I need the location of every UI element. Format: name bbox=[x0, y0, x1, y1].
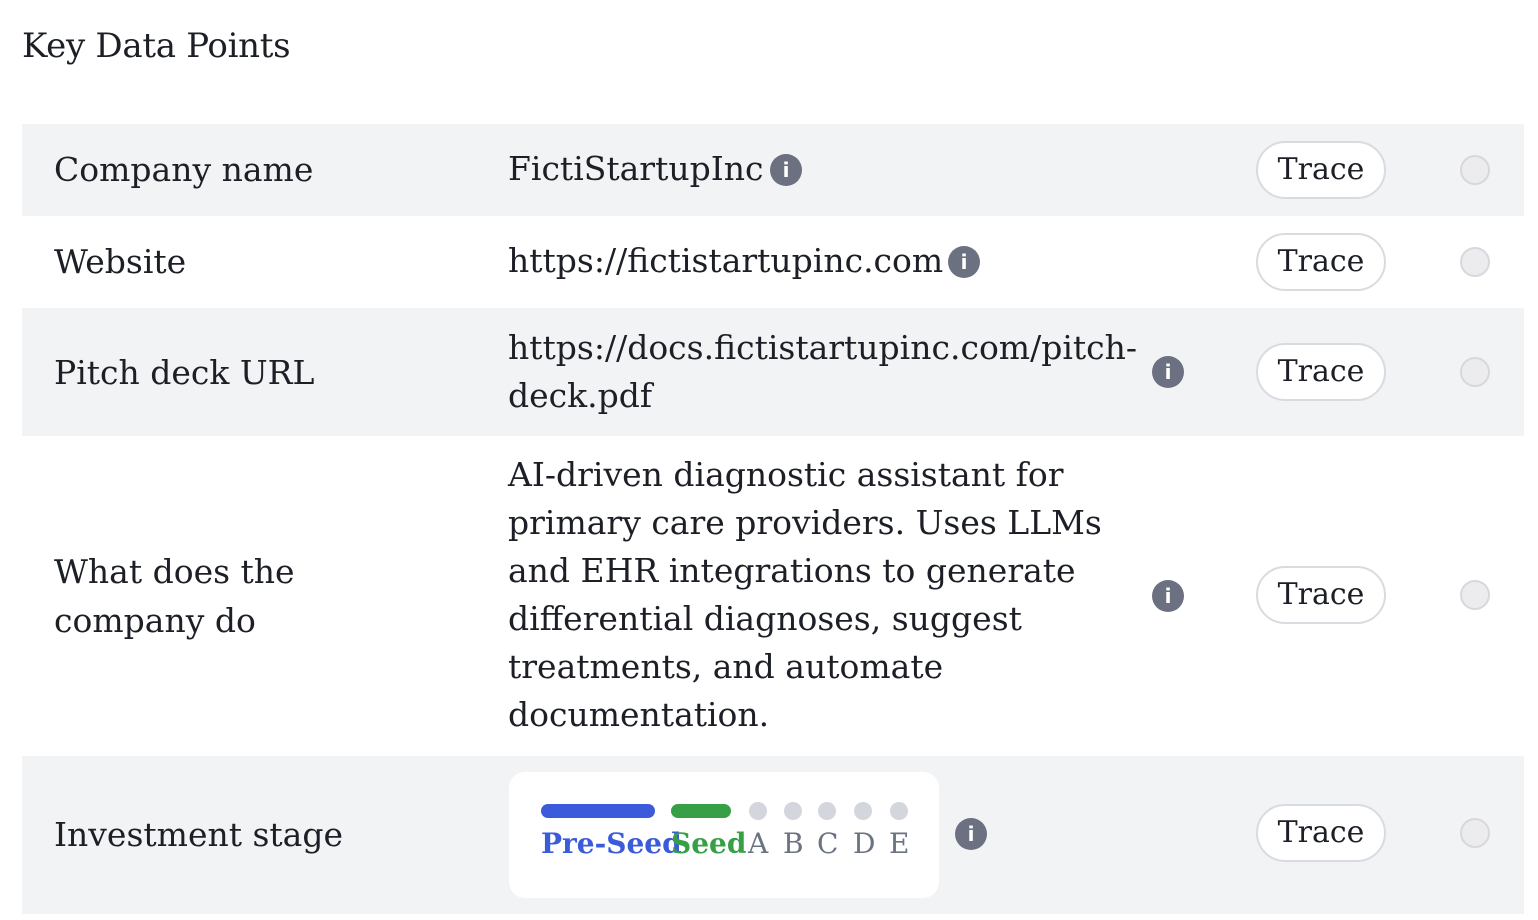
trace-button[interactable]: Trace bbox=[1256, 343, 1386, 401]
investment-stage-selector: Pre-Seed Seed A B C D E bbox=[509, 772, 939, 898]
row-radio[interactable] bbox=[1460, 155, 1490, 185]
table-row-pitch-deck-url: Pitch deck URL https://docs.fictistartup… bbox=[22, 308, 1524, 436]
stage-label: Seed bbox=[671, 827, 747, 860]
row-radio[interactable] bbox=[1460, 357, 1490, 387]
info-icon[interactable]: i bbox=[1152, 580, 1184, 612]
stage-e[interactable]: E bbox=[889, 802, 909, 860]
page-title: Key Data Points bbox=[22, 26, 291, 66]
row-label: Pitch deck URL bbox=[54, 353, 315, 392]
info-icon[interactable]: i bbox=[948, 246, 980, 278]
stage-bar bbox=[541, 804, 655, 818]
stage-dot bbox=[749, 802, 767, 820]
stage-pre-seed[interactable]: Pre-Seed bbox=[541, 804, 682, 860]
trace-button[interactable]: Trace bbox=[1256, 233, 1386, 291]
stage-b[interactable]: B bbox=[783, 802, 804, 860]
row-label: Company name bbox=[54, 150, 314, 189]
row-radio[interactable] bbox=[1460, 247, 1490, 277]
table-row-website: Website https://fictistartupinc.com i Tr… bbox=[22, 216, 1524, 308]
row-label: Website bbox=[54, 242, 187, 281]
stage-bar bbox=[671, 804, 731, 818]
info-icon[interactable]: i bbox=[1152, 356, 1184, 388]
row-value: AI-driven diagnostic assistant for prima… bbox=[508, 455, 1102, 734]
row-value: FictiStartupInc bbox=[508, 149, 764, 188]
stage-label: E bbox=[889, 827, 910, 860]
row-value: https://fictistartupinc.com bbox=[508, 241, 944, 280]
table-row-investment-stage: Investment stage Pre-Seed Seed A B C D E… bbox=[22, 756, 1524, 914]
stage-label: Pre-Seed bbox=[541, 827, 682, 860]
row-label: What does the company do bbox=[54, 552, 295, 640]
trace-button[interactable]: Trace bbox=[1256, 566, 1386, 624]
row-value: https://docs.fictistartupinc.com/pitch-d… bbox=[508, 328, 1138, 415]
stage-label: C bbox=[817, 827, 839, 860]
stage-label: A bbox=[748, 827, 769, 860]
stage-label: D bbox=[853, 827, 876, 860]
stage-a[interactable]: A bbox=[748, 802, 768, 860]
stage-label: B bbox=[783, 827, 804, 860]
stage-dot bbox=[818, 802, 836, 820]
table-row-company-name: Company name FictiStartupInc i Trace bbox=[22, 124, 1524, 216]
trace-button[interactable]: Trace bbox=[1256, 141, 1386, 199]
row-radio[interactable] bbox=[1460, 580, 1490, 610]
stage-dot bbox=[890, 802, 908, 820]
stage-seed[interactable]: Seed bbox=[671, 804, 746, 860]
row-radio[interactable] bbox=[1460, 818, 1490, 848]
stage-c[interactable]: C bbox=[817, 802, 838, 860]
table-row-company-description: What does the company do AI-driven diagn… bbox=[22, 436, 1524, 756]
stage-dot bbox=[854, 802, 872, 820]
row-label: Investment stage bbox=[54, 815, 344, 854]
stage-d[interactable]: D bbox=[853, 802, 875, 860]
trace-button[interactable]: Trace bbox=[1256, 804, 1386, 862]
stage-dot bbox=[784, 802, 802, 820]
info-icon[interactable]: i bbox=[770, 154, 802, 186]
info-icon[interactable]: i bbox=[955, 818, 987, 850]
key-data-table: Company name FictiStartupInc i Trace Web… bbox=[22, 124, 1524, 914]
